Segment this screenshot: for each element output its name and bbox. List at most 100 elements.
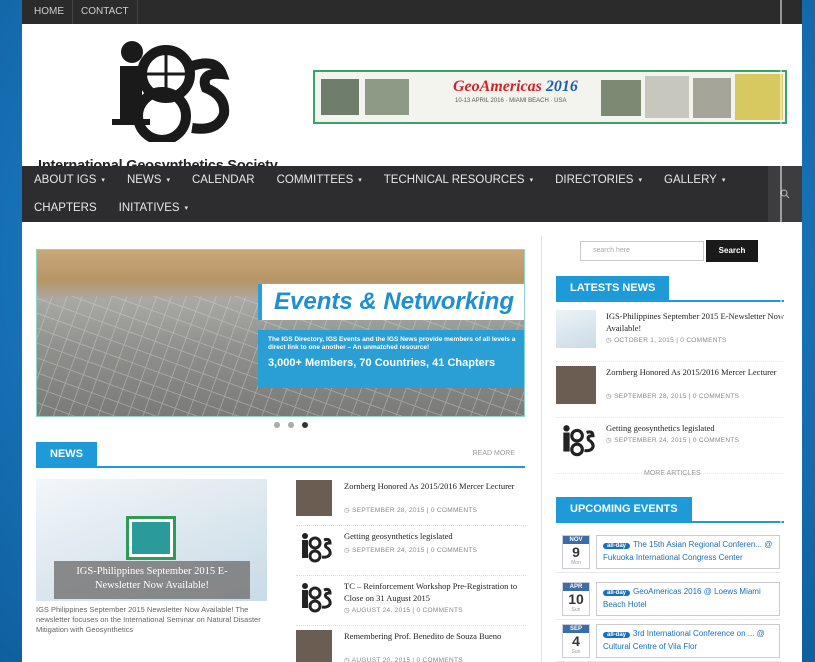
news-photo-thumbnail[interactable] <box>296 480 332 516</box>
nav-item-news[interactable]: NEWS ▾ <box>119 174 184 186</box>
latest-news-title[interactable]: Getting geosynthetics legislated <box>606 422 784 434</box>
news-item-title[interactable]: TC – Reinforcement Workshop Pre-Registra… <box>344 580 524 604</box>
news-photo-thumbnail[interactable] <box>296 630 332 662</box>
news-item-title[interactable]: Zornberg Honored As 2015/2016 Mercer Lec… <box>344 480 524 492</box>
news-photo-thumbnail[interactable] <box>556 310 596 348</box>
nav-item-chapters[interactable]: CHAPTERS <box>26 202 111 214</box>
news-section-header: NEWS READ MORE <box>36 442 525 468</box>
event-date-badge: SEP 4 Sun <box>562 624 590 658</box>
geoamericas-banner[interactable]: GeoAmericas 2016 10-13 APRIL 2016 · MIAM… <box>313 70 787 124</box>
top-link-home[interactable]: HOME <box>26 0 73 24</box>
nav-row-2: CHAPTERS INITATIVES ▾ <box>22 194 802 222</box>
news-list-item[interactable]: TC – Reinforcement Workshop Pre-Registra… <box>296 576 526 626</box>
nav-item-committees[interactable]: COMMITTEES ▾ <box>269 174 376 186</box>
news-item-title[interactable]: Remembering Prof. Benedito de Souza Buen… <box>344 630 524 642</box>
search-button[interactable]: Search <box>706 240 758 262</box>
nav-item-label: ABOUT IGS <box>34 174 97 186</box>
upcoming-events-rule <box>556 521 784 523</box>
caret-down-icon: ▾ <box>358 176 362 184</box>
news-item-title[interactable]: Getting geosynthetics legislated <box>344 530 524 542</box>
hero-slider[interactable]: Events & Networking The IGS Directory, I… <box>36 249 525 417</box>
slider-dot[interactable] <box>274 422 280 428</box>
page-edge <box>780 0 782 662</box>
nav-item-label: TECHNICAL RESOURCES <box>383 174 525 186</box>
event-weekday: Mon <box>571 560 581 566</box>
nav-item-about-igs[interactable]: ABOUT IGS ▾ <box>26 174 119 186</box>
news-list-item[interactable]: Getting geosynthetics legislated ◷ SEPTEM… <box>296 526 526 576</box>
latest-news-item[interactable]: Getting geosynthetics legislated ◷ SEPTEM… <box>556 418 784 474</box>
nav-item-technical-resources[interactable]: TECHNICAL RESOURCES ▾ <box>376 174 547 186</box>
nav-item-label: INITATIVES <box>118 202 180 214</box>
event-item[interactable]: APR 10 Sun all-day GeoAmericas 2016 @ Loews … <box>556 580 782 620</box>
slider-title: Events & Networking <box>274 288 515 315</box>
latest-news-date: OCTOBER 1, 2015 | 0 COMMENTS <box>614 337 727 344</box>
site-header: International Geosynthetics Society GeoA… <box>22 24 802 174</box>
latest-news-header: LATESTS NEWS <box>556 276 784 302</box>
latest-news-title[interactable]: IGS-Philippines September 2015 E-Newslet… <box>606 310 784 334</box>
nav-item-gallery[interactable]: GALLERY ▾ <box>656 174 739 186</box>
nav-item-initatives[interactable]: INITATIVES ▾ <box>111 202 202 214</box>
search-input[interactable]: search here <box>580 241 704 261</box>
news-heading-rule <box>36 466 525 468</box>
event-details[interactable]: all-day The 15th Asian Regional Conferen.… <box>596 535 780 569</box>
nav-search-toggle[interactable] <box>768 166 802 222</box>
top-link-contact[interactable]: CONTACT <box>73 0 138 24</box>
news-list-item[interactable]: Zornberg Honored As 2015/2016 Mercer Lec… <box>296 476 526 526</box>
clock-icon: ◷ <box>344 657 352 662</box>
event-day: 9 <box>572 544 580 560</box>
nav-item-label: NEWS <box>126 174 162 186</box>
igs-logo[interactable] <box>82 38 232 142</box>
news-item-meta: ◷ AUGUST 20, 2015 | 0 COMMENTS <box>344 656 463 662</box>
event-item[interactable]: SEP 4 Sun all-day 3rd International Conferen… <box>556 622 782 662</box>
more-articles-link[interactable]: MORE ARTICLES <box>644 470 701 477</box>
latest-news-title[interactable]: Zornberg Honored As 2015/2016 Mercer Lec… <box>606 366 784 378</box>
banner-title-a: GeoAmericas <box>453 78 542 95</box>
igs-logo-thumbnail[interactable] <box>556 422 596 460</box>
nav-item-directories[interactable]: DIRECTORIES ▾ <box>547 174 656 186</box>
event-month: SEP <box>563 625 589 633</box>
caret-down-icon: ▾ <box>184 204 189 212</box>
latest-news-date: SEPTEMBER 24, 2015 | 0 COMMENTS <box>614 437 740 444</box>
latest-news-list: IGS-Philippines September 2015 E-Newslet… <box>556 306 784 474</box>
nav-item-label: GALLERY <box>664 174 717 186</box>
event-item[interactable]: NOV 9 Mon all-day The 15th Asian Regional Co… <box>556 533 782 573</box>
banner-title: GeoAmericas 2016 <box>453 78 578 96</box>
igs-logo-thumbnail[interactable] <box>296 530 332 566</box>
upcoming-events-header: UPCOMING EVENTS <box>556 497 784 523</box>
nav-item-label: COMMITTEES <box>276 174 354 186</box>
banner-building-image <box>365 79 409 115</box>
latest-news-meta: ◷ SEPTEMBER 28, 2015 | 0 COMMENTS <box>606 392 739 400</box>
featured-news-excerpt: IGS Philippines September 2015 Newslette… <box>36 605 261 634</box>
caret-down-icon: ▾ <box>166 176 170 184</box>
news-list-item[interactable]: Remembering Prof. Benedito de Souza Buen… <box>296 626 526 662</box>
latest-news-item[interactable]: Zornberg Honored As 2015/2016 Mercer Lec… <box>556 362 784 418</box>
nav-item-label: CALENDAR <box>191 174 255 186</box>
event-day: 10 <box>568 591 584 607</box>
read-more-link[interactable]: READ MORE <box>473 450 515 457</box>
slider-dots <box>274 422 308 428</box>
caret-down-icon: ▾ <box>529 176 534 184</box>
igs-logo-thumbnail[interactable] <box>296 580 332 616</box>
event-details[interactable]: all-day GeoAmericas 2016 @ Loews Miami Be… <box>596 582 780 616</box>
caret-down-icon: ▾ <box>721 176 726 184</box>
slider-dot-active[interactable] <box>302 422 308 428</box>
event-details[interactable]: all-day 3rd International Conference on .… <box>596 624 780 658</box>
news-item-meta: ◷ SEPTEMBER 24, 2015 | 0 COMMENTS <box>344 546 477 554</box>
featured-news-caption[interactable]: IGS-Philippines September 2015 E-Newslet… <box>54 561 250 599</box>
main-nav: ABOUT IGS ▾ NEWS ▾ CALENDAR COMMITTEES ▾ TECHNI… <box>22 166 802 222</box>
event-date-badge: APR 10 Sun <box>562 582 590 616</box>
caret-down-icon: ▾ <box>101 176 105 184</box>
clock-icon: ◷ <box>344 547 353 554</box>
latest-news-item[interactable]: IGS-Philippines September 2015 E-Newslet… <box>556 306 784 362</box>
event-month: APR <box>563 583 589 591</box>
caret-down-icon: ▾ <box>638 176 642 184</box>
slider-dot[interactable] <box>288 422 294 428</box>
nav-item-calendar[interactable]: CALENDAR <box>184 174 269 186</box>
upcoming-events-heading: UPCOMING EVENTS <box>556 497 692 521</box>
news-photo-thumbnail[interactable] <box>556 366 596 404</box>
featured-news-image[interactable]: IGS-Philippines September 2015 E-Newslet… <box>36 479 267 601</box>
event-day: 4 <box>572 633 580 649</box>
event-weekday: Sun <box>571 649 581 655</box>
column-divider <box>541 236 542 662</box>
event-weekday: Sun <box>571 607 581 613</box>
